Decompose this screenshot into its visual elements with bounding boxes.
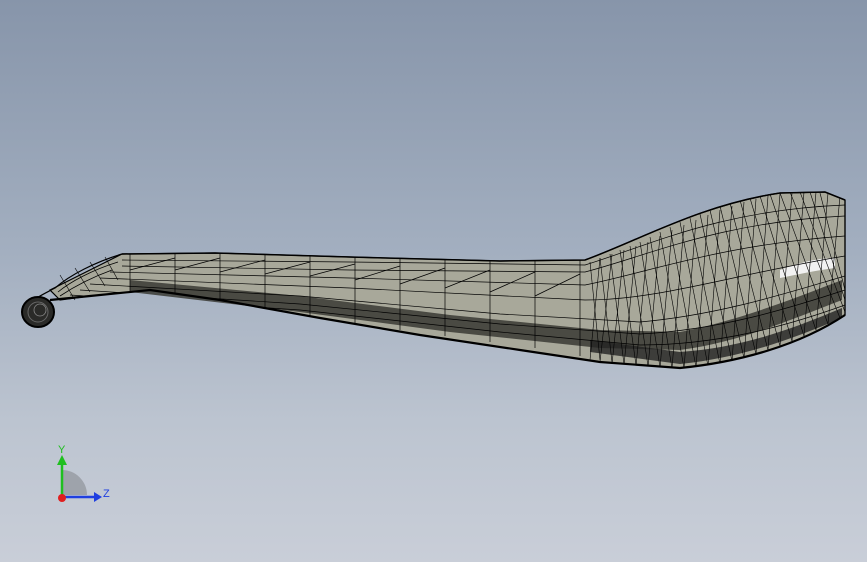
triad-x-axis-dot — [58, 494, 66, 502]
triad-y-arrow-icon — [57, 455, 67, 465]
triad-y-label: Y — [58, 444, 66, 456]
triad-z-arrow-icon — [94, 492, 102, 502]
part-body-fill — [48, 191, 846, 369]
graphics-viewport[interactable]: Y Z — [0, 0, 867, 562]
triad-z-label: Z — [103, 488, 110, 500]
view-orientation-triad[interactable]: Y Z — [40, 435, 120, 515]
triad-plane-quadrant — [62, 470, 87, 495]
wireframe-part-model[interactable] — [0, 0, 867, 562]
